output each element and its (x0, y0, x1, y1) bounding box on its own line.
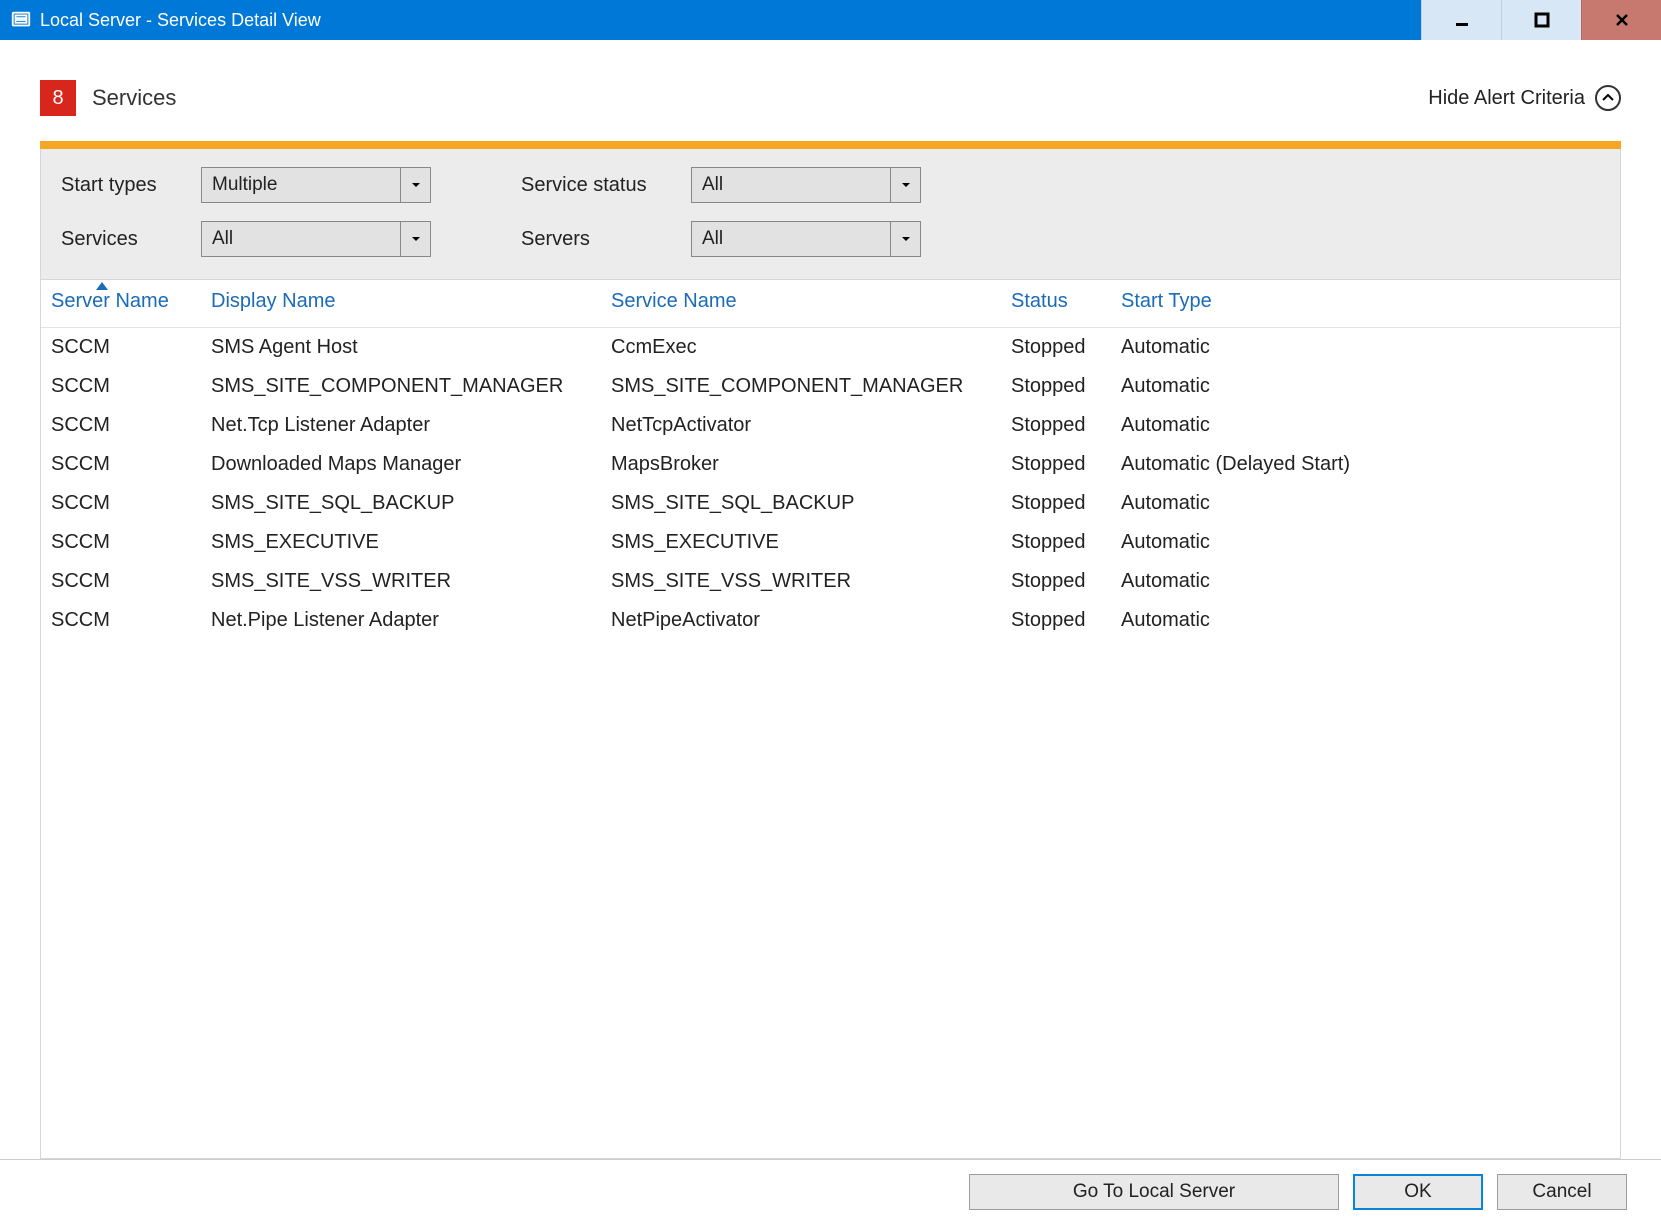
close-button[interactable] (1581, 0, 1661, 40)
cell-status: Stopped (1001, 367, 1111, 406)
services-value: All (202, 222, 400, 256)
cell-start: Automatic (1111, 484, 1620, 523)
cell-start: Automatic (Delayed Start) (1111, 445, 1620, 484)
cell-start: Automatic (1111, 367, 1620, 406)
servers-value: All (692, 222, 890, 256)
table-row[interactable]: SCCMNet.Tcp Listener AdapterNetTcpActiva… (41, 406, 1620, 445)
col-display-name[interactable]: Display Name (201, 280, 601, 328)
cell-service: NetTcpActivator (601, 406, 1001, 445)
content-area: 8 Services Hide Alert Criteria Start typ… (0, 40, 1661, 1230)
section-header: 8 Services Hide Alert Criteria (0, 40, 1661, 141)
service-status-value: All (692, 168, 890, 202)
cell-display: Downloaded Maps Manager (201, 445, 601, 484)
cell-server: SCCM (41, 406, 201, 445)
cell-status: Stopped (1001, 406, 1111, 445)
chevron-down-icon[interactable] (890, 222, 920, 256)
start-types-combo[interactable]: Multiple (201, 167, 431, 203)
filter-panel: Start types Multiple Service status All … (40, 149, 1621, 280)
cell-service: MapsBroker (601, 445, 1001, 484)
cell-status: Stopped (1001, 445, 1111, 484)
cell-server: SCCM (41, 445, 201, 484)
cell-server: SCCM (41, 562, 201, 601)
cell-display: SMS_EXECUTIVE (201, 523, 601, 562)
col-service-name[interactable]: Service Name (601, 280, 1001, 328)
alert-accent-bar (40, 141, 1621, 149)
hide-alert-criteria-label[interactable]: Hide Alert Criteria (1428, 87, 1585, 110)
maximize-button[interactable] (1501, 0, 1581, 40)
titlebar: Local Server - Services Detail View (0, 0, 1661, 40)
services-label: Services (61, 228, 201, 251)
section-title: Services (92, 85, 176, 111)
cell-server: SCCM (41, 328, 201, 368)
col-start-type[interactable]: Start Type (1111, 280, 1620, 328)
chevron-down-icon[interactable] (890, 168, 920, 202)
go-to-local-server-button[interactable]: Go To Local Server (969, 1174, 1339, 1210)
services-table-wrap: Server Name Display Name Service Name St… (40, 280, 1621, 1159)
table-row[interactable]: SCCMSMS_SITE_VSS_WRITERSMS_SITE_VSS_WRIT… (41, 562, 1620, 601)
app-icon (10, 9, 32, 31)
services-combo[interactable]: All (201, 221, 431, 257)
table-row[interactable]: SCCMSMS_EXECUTIVESMS_EXECUTIVEStoppedAut… (41, 523, 1620, 562)
table-row[interactable]: SCCMSMS_SITE_SQL_BACKUPSMS_SITE_SQL_BACK… (41, 484, 1620, 523)
cell-start: Automatic (1111, 601, 1620, 640)
col-server-name[interactable]: Server Name (41, 280, 201, 328)
dialog-footer: Go To Local Server OK Cancel (0, 1159, 1661, 1230)
services-table: Server Name Display Name Service Name St… (41, 280, 1620, 640)
cell-service: SMS_SITE_SQL_BACKUP (601, 484, 1001, 523)
cell-service: SMS_SITE_VSS_WRITER (601, 562, 1001, 601)
start-types-value: Multiple (202, 168, 400, 202)
cell-status: Stopped (1001, 328, 1111, 368)
servers-combo[interactable]: All (691, 221, 921, 257)
cancel-button[interactable]: Cancel (1497, 1174, 1627, 1210)
cell-display: Net.Pipe Listener Adapter (201, 601, 601, 640)
alert-count-badge: 8 (40, 80, 76, 116)
cell-display: SMS_SITE_COMPONENT_MANAGER (201, 367, 601, 406)
cell-display: SMS_SITE_SQL_BACKUP (201, 484, 601, 523)
window-controls (1421, 0, 1661, 40)
table-row[interactable]: SCCMSMS Agent HostCcmExecStoppedAutomati… (41, 328, 1620, 368)
minimize-button[interactable] (1421, 0, 1501, 40)
panel: Start types Multiple Service status All … (0, 141, 1661, 1159)
service-status-label: Service status (521, 174, 691, 197)
cell-start: Automatic (1111, 328, 1620, 368)
cell-status: Stopped (1001, 484, 1111, 523)
table-row[interactable]: SCCMNet.Pipe Listener AdapterNetPipeActi… (41, 601, 1620, 640)
cell-display: Net.Tcp Listener Adapter (201, 406, 601, 445)
table-row[interactable]: SCCMSMS_SITE_COMPONENT_MANAGERSMS_SITE_C… (41, 367, 1620, 406)
cell-service: NetPipeActivator (601, 601, 1001, 640)
cell-service: SMS_SITE_COMPONENT_MANAGER (601, 367, 1001, 406)
cell-start: Automatic (1111, 523, 1620, 562)
chevron-down-icon[interactable] (400, 222, 430, 256)
cell-display: SMS_SITE_VSS_WRITER (201, 562, 601, 601)
cell-status: Stopped (1001, 562, 1111, 601)
chevron-down-icon[interactable] (400, 168, 430, 202)
start-types-label: Start types (61, 174, 201, 197)
cell-service: CcmExec (601, 328, 1001, 368)
collapse-criteria-button[interactable] (1595, 85, 1621, 111)
cell-server: SCCM (41, 484, 201, 523)
cell-server: SCCM (41, 367, 201, 406)
window-title: Local Server - Services Detail View (38, 10, 1421, 31)
cell-server: SCCM (41, 523, 201, 562)
servers-label: Servers (521, 228, 691, 251)
cell-display: SMS Agent Host (201, 328, 601, 368)
table-row[interactable]: SCCMDownloaded Maps ManagerMapsBrokerSto… (41, 445, 1620, 484)
cell-server: SCCM (41, 601, 201, 640)
cell-status: Stopped (1001, 601, 1111, 640)
service-status-combo[interactable]: All (691, 167, 921, 203)
cell-service: SMS_EXECUTIVE (601, 523, 1001, 562)
cell-start: Automatic (1111, 406, 1620, 445)
col-status[interactable]: Status (1001, 280, 1111, 328)
cell-status: Stopped (1001, 523, 1111, 562)
cell-start: Automatic (1111, 562, 1620, 601)
ok-button[interactable]: OK (1353, 1174, 1483, 1210)
